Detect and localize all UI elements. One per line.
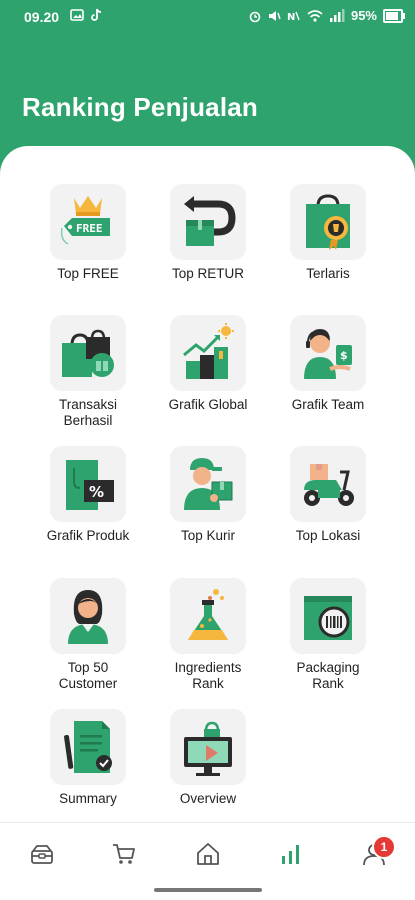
tile-ingredients-rank[interactable]: Ingredients Rank: [148, 578, 268, 692]
tile-label: Top Lokasi: [295, 528, 361, 543]
tile-top-free[interactable]: FREE Top FREE: [28, 184, 148, 282]
alarm-icon: [249, 11, 261, 22]
tile-grafik-produk[interactable]: % Grafik Produk: [28, 446, 148, 544]
top-50-customer-icon-box: [50, 578, 126, 654]
bar-chart-icon: [282, 845, 299, 864]
tile-label: Top FREE: [57, 266, 119, 281]
tile-summary[interactable]: Summary: [28, 709, 148, 807]
home-icon: [197, 843, 219, 865]
delivery-scooter-icon: [304, 464, 354, 506]
product-discount-icon: %: [66, 460, 114, 510]
svg-text:N: N: [287, 12, 295, 23]
tile-label: Transaksi Berhasil: [58, 397, 117, 428]
terlaris-icon-box: [290, 184, 366, 260]
transaksi-berhasil-icon-box: [50, 315, 126, 391]
ingredients-rank-icon-box: [170, 578, 246, 654]
grafik-team-icon-box: $: [290, 315, 366, 391]
nav-cart[interactable]: [104, 837, 144, 871]
tiktok-icon: [91, 8, 102, 21]
overview-icon-box: [170, 709, 246, 785]
tile-top-kurir[interactable]: Top Kurir: [148, 446, 268, 544]
courier-icon: [184, 458, 233, 510]
notification-badge: 1: [372, 835, 396, 859]
team-support-icon: $: [304, 329, 352, 379]
status-notification-icons: [70, 8, 104, 22]
summary-icon-box: [50, 709, 126, 785]
tile-label: Grafik Global: [168, 397, 248, 412]
grafik-produk-icon-box: %: [50, 446, 126, 522]
battery-icon: [383, 8, 405, 23]
free-tag-crown-icon: FREE: [60, 196, 110, 245]
tile-terlaris[interactable]: Terlaris: [268, 184, 388, 282]
tile-top-50-customer[interactable]: Top 50 Customer: [28, 578, 148, 692]
tile-grafik-global[interactable]: Grafik Global: [148, 315, 268, 413]
tile-label: Top 50 Customer: [58, 660, 118, 691]
tile-label: Overview: [179, 791, 237, 806]
tile-label: Packaging Rank: [296, 660, 360, 691]
top-kurir-icon-box: [170, 446, 246, 522]
top-free-icon-box: FREE: [50, 184, 126, 260]
nav-profile[interactable]: 1: [354, 835, 396, 871]
nav-home[interactable]: [188, 837, 228, 871]
signal-icon: [329, 8, 345, 22]
gesture-home-indicator[interactable]: [154, 888, 262, 892]
svg-text:FREE: FREE: [76, 222, 103, 235]
tile-transaksi-berhasil[interactable]: Transaksi Berhasil: [28, 315, 148, 429]
document-summary-icon: [64, 721, 112, 773]
mute-icon: [268, 10, 281, 21]
gallery-icon: [70, 9, 84, 21]
status-system-icons: N 95%: [249, 8, 405, 23]
grafik-global-icon-box: [170, 315, 246, 391]
tile-label: Top RETUR: [171, 266, 244, 281]
shopping-bags-icon: [62, 329, 114, 377]
menu-sheet: FREE Top FREE Top RETUR Terlaris Transak…: [0, 146, 415, 900]
barcode-package-icon: [304, 596, 352, 640]
status-bar: 09.20 N 95%: [0, 0, 415, 33]
customer-icon: [68, 590, 108, 644]
tile-top-lokasi[interactable]: Top Lokasi: [268, 446, 388, 544]
tile-overview[interactable]: Overview: [148, 709, 268, 807]
nav-wallet[interactable]: [22, 837, 62, 871]
svg-text:%: %: [89, 483, 104, 501]
page-title: Ranking Penjualan: [22, 92, 259, 122]
nfc-icon: N: [287, 11, 300, 23]
tile-packaging-rank[interactable]: Packaging Rank: [268, 578, 388, 692]
bottom-navigation: 1: [0, 822, 415, 887]
battery-percentage: 95%: [350, 8, 377, 23]
wifi-icon: [307, 9, 323, 22]
growth-chart-icon: [183, 323, 234, 379]
tile-label: Summary: [59, 791, 117, 806]
tile-label: Terlaris: [306, 266, 350, 281]
flask-icon: [188, 589, 228, 640]
tile-label: Grafik Produk: [46, 528, 130, 543]
wallet-icon: [31, 845, 53, 864]
top-lokasi-icon-box: [290, 446, 366, 522]
top-retur-icon-box: [170, 184, 246, 260]
nav-ranking[interactable]: [271, 837, 311, 871]
tile-top-retur[interactable]: Top RETUR: [148, 184, 268, 282]
tile-label: Top Kurir: [180, 528, 236, 543]
tile-grafik-team[interactable]: $ Grafik Team: [268, 315, 388, 413]
return-box-icon: [184, 196, 236, 246]
cart-icon: [113, 844, 135, 864]
tile-label: Grafik Team: [291, 397, 365, 412]
best-seller-bag-icon: [306, 194, 350, 250]
tile-label: Ingredients Rank: [174, 660, 242, 691]
monitor-overview-icon: [184, 721, 232, 776]
svg-text:$: $: [340, 349, 348, 362]
status-time: 09.20: [24, 9, 60, 25]
packaging-rank-icon-box: [290, 578, 366, 654]
